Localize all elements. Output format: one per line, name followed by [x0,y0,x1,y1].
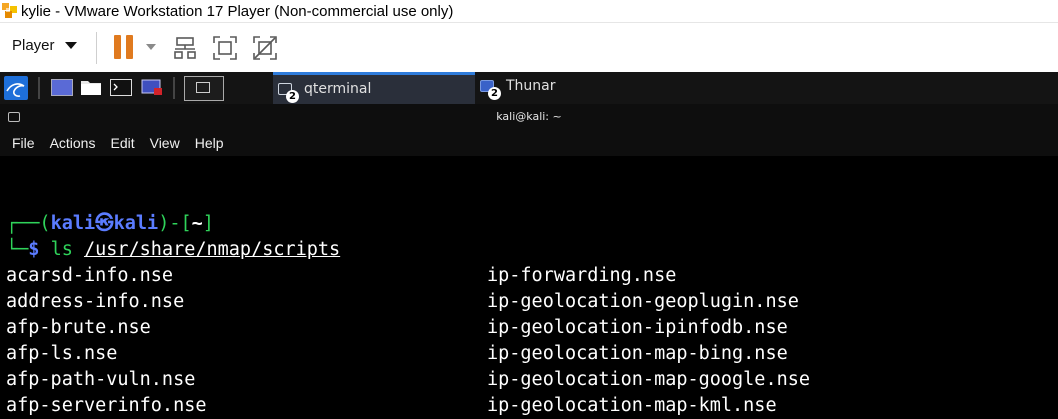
menu-help[interactable]: Help [195,135,224,151]
taskbar-item-label: qterminal [304,81,372,97]
prompt-at-symbol: ㉿ [95,213,114,234]
vmware-logo-icon [1,2,19,20]
terminal-output[interactable]: ┌──(kali㉿kali)-[~] └─$ ls /usr/share/nma… [0,156,1058,416]
list-item: afp-ls.nse [6,343,118,364]
command-name: ls [50,239,73,260]
command-argument: /usr/share/nmap/scripts [83,239,341,260]
list-item: afp-brute.nse [6,317,151,338]
pause-button[interactable] [114,35,136,59]
prompt-dollar: $ [28,239,40,260]
panel-separator [38,77,40,99]
terminal-launcher-icon[interactable] [110,79,132,96]
list-item: ip-geolocation-ipinfodb.nse [487,317,788,338]
taskbar-item-thunar[interactable]: 2 Thunar [475,72,675,104]
menu-edit[interactable]: Edit [110,135,134,151]
taskbar-item-qterminal[interactable]: 2 qterminal [273,72,475,104]
player-menu-label: Player [12,37,55,54]
player-menu-button[interactable]: Player [12,37,77,54]
prompt-cwd: ~ [191,213,203,234]
workspace-window-icon [196,82,210,93]
prompt-user: kali [50,213,96,234]
prompt-frame: )-[ [158,213,192,234]
window-titlebar: kylie - VMware Workstation 17 Player (No… [0,0,1058,22]
fullscreen-icon[interactable] [212,35,238,61]
list-item: acarsd-info.nse [6,265,174,286]
terminal-menubar: File Actions Edit View Help [0,130,1058,156]
prompt-line-1: ┌──(kali㉿kali)-[~] [6,211,214,237]
menu-actions[interactable]: Actions [50,135,96,151]
prompt-line-2: └─$ ls /usr/share/nmap/scripts [6,237,340,263]
list-item: ip-geolocation-map-bing.nse [487,343,788,364]
list-item: afp-path-vuln.nse [6,369,196,390]
terminal-title: kali@kali: ~ [496,110,562,123]
panel-separator [173,77,175,99]
window-title: kylie - VMware Workstation 17 Player (No… [21,2,454,20]
send-ctrl-alt-del-icon[interactable] [172,35,198,61]
pause-icon [114,35,121,59]
list-item: ip-geolocation-map-google.nse [487,369,811,390]
list-item: ip-geolocation-geoplugin.nse [487,291,799,312]
list-item: address-info.nse [6,291,185,312]
prompt-frame: ] [202,213,214,234]
show-desktop-icon[interactable] [51,79,73,96]
window-count-badge: 2 [286,90,299,103]
prompt-frame: └─ [6,239,29,260]
pause-icon-bar [126,35,133,59]
workspace-switcher[interactable] [184,76,224,101]
prompt-frame: ┌──( [6,213,51,234]
list-item: ip-forwarding.nse [487,265,677,286]
prompt-host: kali [113,213,159,234]
toolbar-divider [96,32,97,64]
file-manager-icon[interactable] [80,78,102,96]
pause-options-chevron-icon[interactable] [146,44,156,50]
kali-menu-icon[interactable] [4,76,28,100]
unity-icon[interactable] [252,35,278,61]
kali-top-panel: 2 qterminal 2 Thunar [0,72,1058,104]
menu-view[interactable]: View [150,135,180,151]
terminal-titlebar: kali@kali: ~ [0,104,1058,130]
window-count-badge: 2 [488,87,501,100]
taskbar-item-label: Thunar [506,78,556,94]
list-item: ip-geolocation-map-kml.nse [487,395,777,416]
list-item: afp-serverinfo.nse [6,395,207,416]
menu-file[interactable]: File [12,135,35,151]
player-toolbar: Player [0,22,1058,72]
chevron-down-icon [64,42,77,49]
browser-launcher-icon[interactable] [141,79,163,96]
